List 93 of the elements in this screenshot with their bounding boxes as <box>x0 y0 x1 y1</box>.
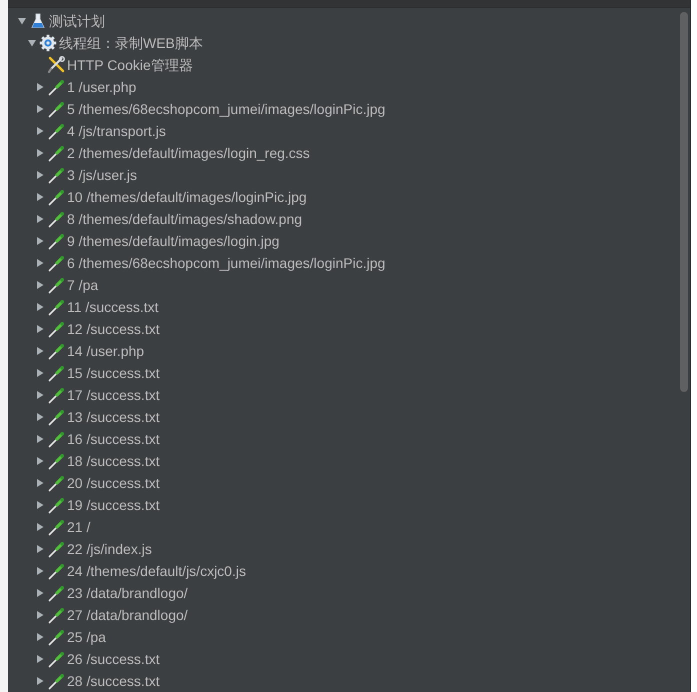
pipette-icon <box>48 518 64 536</box>
pipette-icon <box>48 210 64 228</box>
pipette-icon <box>48 122 64 140</box>
pipette-icon <box>48 100 64 118</box>
gear-icon <box>39 34 57 52</box>
pipette-icon <box>48 342 64 360</box>
expand-arrow-icon[interactable] <box>36 633 44 641</box>
expand-arrow-icon[interactable] <box>36 523 44 531</box>
tree-item-label[interactable]: 24 /themes/default/js/cxjc0.js <box>67 562 246 580</box>
tree-item-label[interactable]: 21 / <box>67 518 90 536</box>
expand-arrow-icon[interactable] <box>36 281 44 289</box>
tree-item-label[interactable]: 7 /pa <box>67 276 98 294</box>
expand-arrow-icon[interactable] <box>36 215 44 223</box>
tree-item-label[interactable]: 2 /themes/default/images/login_reg.css <box>67 144 310 162</box>
expand-arrow-icon[interactable] <box>36 545 44 553</box>
expand-arrow-icon[interactable] <box>36 457 44 465</box>
pipette-icon <box>48 320 64 338</box>
pipette-icon <box>48 584 64 602</box>
tree-item-label[interactable]: 17 /success.txt <box>67 386 160 404</box>
expand-arrow-icon[interactable] <box>36 259 44 267</box>
expand-arrow-icon[interactable] <box>36 655 44 663</box>
pipette-icon <box>48 540 64 558</box>
expand-arrow-icon[interactable] <box>36 369 44 377</box>
expand-arrow-icon[interactable] <box>36 127 44 135</box>
expand-arrow-icon[interactable] <box>36 589 44 597</box>
tree-item-label[interactable]: 22 /js/index.js <box>67 540 152 558</box>
tree-item-label[interactable]: 16 /success.txt <box>67 430 160 448</box>
pipette-icon <box>48 276 64 294</box>
tree-item-label[interactable]: 28 /success.txt <box>67 672 160 690</box>
expand-arrow-icon[interactable] <box>36 193 44 201</box>
expand-arrow-icon[interactable] <box>36 171 44 179</box>
pipette-icon <box>48 144 64 162</box>
expand-arrow-icon[interactable] <box>36 237 44 245</box>
pipette-icon <box>48 430 64 448</box>
tree-item-label[interactable]: 线程组：录制WEB脚本 <box>59 34 203 52</box>
expand-arrow-icon[interactable] <box>36 83 44 91</box>
pipette-icon <box>48 78 64 96</box>
tree-item-label[interactable]: 5 /themes/68ecshopcom_jumei/images/loginPic.jpg <box>67 100 386 118</box>
tree-item-label[interactable]: 10 /themes/default/images/loginPic.jpg <box>67 188 307 206</box>
expand-arrow-icon[interactable] <box>36 303 44 311</box>
tree-item-label[interactable]: 3 /js/user.js <box>67 166 138 184</box>
pipette-icon <box>48 188 64 206</box>
expand-arrow-icon[interactable] <box>36 105 44 113</box>
tree-item-label[interactable]: 15 /success.txt <box>67 364 160 382</box>
expand-arrow-icon[interactable] <box>36 479 44 487</box>
tree-item-label[interactable]: 11 /success.txt <box>67 298 159 316</box>
pipette-icon <box>48 452 64 470</box>
tree-item-label[interactable]: 6 /themes/68ecshopcom_jumei/images/loginPic.jpg <box>67 254 386 272</box>
pipette-icon <box>48 232 64 250</box>
tree-item-label[interactable]: 26 /success.txt <box>67 650 160 668</box>
tree-item-label[interactable]: 18 /success.txt <box>67 452 160 470</box>
expand-arrow-icon[interactable] <box>36 567 44 575</box>
tree-item-label[interactable]: 25 /pa <box>67 628 106 646</box>
pipette-icon <box>48 496 64 514</box>
tree-item-label[interactable]: 测试计划 <box>49 12 105 30</box>
flask-icon <box>31 13 45 29</box>
tree-item-label[interactable]: 19 /success.txt <box>67 496 160 514</box>
pipette-icon <box>48 606 64 624</box>
tree-item-label[interactable]: 4 /js/transport.js <box>67 122 166 140</box>
pipette-icon <box>48 166 64 184</box>
tree-item-label[interactable]: 12 /success.txt <box>67 320 160 338</box>
pipette-icon <box>48 628 64 646</box>
tree-item-label[interactable]: HTTP Cookie管理器 <box>67 56 193 74</box>
pipette-icon <box>48 650 64 668</box>
expand-arrow-icon[interactable] <box>36 413 44 421</box>
pipette-icon <box>48 408 64 426</box>
tools-icon <box>47 56 65 74</box>
collapse-arrow-icon[interactable] <box>18 17 26 25</box>
expand-arrow-icon[interactable] <box>36 611 44 619</box>
pipette-icon <box>48 254 64 272</box>
pipette-icon <box>48 364 64 382</box>
collapse-arrow-icon[interactable] <box>28 39 36 47</box>
expand-arrow-icon[interactable] <box>36 325 44 333</box>
tree-item-label[interactable]: 14 /user.php <box>67 342 144 360</box>
expand-arrow-icon[interactable] <box>36 677 44 685</box>
expand-arrow-icon[interactable] <box>36 149 44 157</box>
expand-arrow-icon[interactable] <box>36 391 44 399</box>
pipette-icon <box>48 386 64 404</box>
pipette-icon <box>48 562 64 580</box>
tree-item-label[interactable]: 8 /themes/default/images/shadow.png <box>67 210 302 228</box>
scrollbar-thumb[interactable] <box>680 12 688 392</box>
expand-arrow-icon[interactable] <box>36 435 44 443</box>
expand-arrow-icon[interactable] <box>36 501 44 509</box>
expand-arrow-icon[interactable] <box>36 347 44 355</box>
tree-item-label[interactable]: 1 /user.php <box>67 78 136 96</box>
tree-item-label[interactable]: 20 /success.txt <box>67 474 160 492</box>
tree-item-label[interactable]: 23 /data/brandlogo/ <box>67 584 188 602</box>
pipette-icon <box>48 672 64 690</box>
tree-item-label[interactable]: 9 /themes/default/images/login.jpg <box>67 232 280 250</box>
pipette-icon <box>48 298 64 316</box>
pipette-icon <box>48 474 64 492</box>
tree-item-label[interactable]: 13 /success.txt <box>67 408 160 426</box>
tree-item-label[interactable]: 27 /data/brandlogo/ <box>67 606 188 624</box>
